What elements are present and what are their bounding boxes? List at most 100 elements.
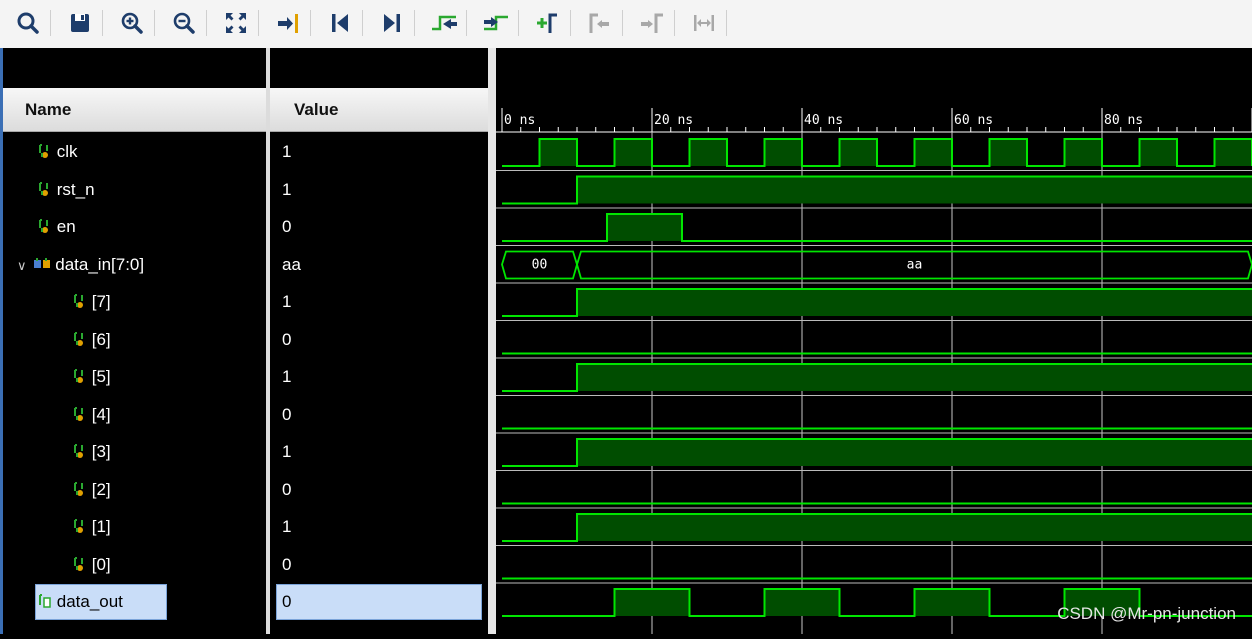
signal-icon (73, 480, 87, 499)
signal-row-5[interactable]: [5] (73, 367, 111, 387)
signal-value: 1 (282, 517, 291, 537)
previous-transition-icon[interactable] (428, 7, 460, 39)
signal-row-data-out[interactable]: data_out (38, 592, 123, 612)
signal-icon (38, 142, 52, 161)
signal-row-4[interactable]: [4] (73, 405, 111, 425)
signal-icon (33, 255, 51, 274)
zoom-out-icon[interactable] (168, 7, 200, 39)
watermark-text: CSDN @Mr-pn-junction (1057, 604, 1236, 624)
signal-row-en[interactable]: en (38, 217, 76, 237)
signal-value: 1 (282, 292, 291, 312)
save-icon[interactable] (64, 7, 96, 39)
expand-chevron-icon[interactable]: ∨ (17, 258, 27, 273)
go-to-cursor-icon[interactable] (272, 7, 304, 39)
signal-icon (73, 405, 87, 424)
next-marker-icon (636, 7, 668, 39)
bus-value-label: 00 (532, 258, 548, 273)
wave-high-fill (765, 139, 803, 166)
ruler-label: 40 ns (804, 113, 843, 128)
signal-name-label: data_out (57, 592, 123, 611)
waveform-canvas[interactable]: 0 ns20 ns40 ns60 ns80 ns00aa (496, 48, 1252, 634)
ruler-label: 60 ns (954, 113, 993, 128)
signal-icon (73, 517, 87, 536)
wave-high-fill (1140, 139, 1178, 166)
signal-value: 1 (282, 142, 291, 162)
signal-name-label: [2] (92, 480, 111, 499)
signal-value: 0 (282, 405, 291, 425)
wave-high-fill (615, 589, 690, 616)
signal-row-7[interactable]: [7] (73, 292, 111, 312)
wave-high-fill (840, 139, 878, 166)
wave-high-fill (577, 364, 1252, 391)
wave-high-fill (607, 214, 682, 241)
signal-row-rst-n[interactable]: rst_n (38, 180, 95, 200)
wave-high-fill (1215, 139, 1252, 166)
signal-value: 0 (282, 555, 291, 575)
wave-high-fill (690, 139, 728, 166)
zoom-in-icon[interactable] (116, 7, 148, 39)
wave-high-fill (577, 289, 1252, 316)
signal-name-label: rst_n (57, 180, 95, 199)
wave-high-fill (765, 589, 840, 616)
wave-high-fill (577, 177, 1252, 204)
signal-name-label: clk (57, 142, 78, 161)
search-icon[interactable] (12, 7, 44, 39)
signal-name-label: [1] (92, 517, 111, 536)
signal-row-0[interactable]: [0] (73, 555, 111, 575)
wave-high-fill (577, 439, 1252, 466)
signal-value: 0 (282, 592, 291, 612)
wave-high-fill (540, 139, 578, 166)
signal-row-clk[interactable]: clk (38, 142, 78, 162)
signal-name-label: en (57, 217, 76, 236)
signal-icon (73, 442, 87, 461)
signal-value: 1 (282, 180, 291, 200)
wave-high-fill (915, 589, 990, 616)
signal-icon (38, 217, 52, 236)
signal-value: 0 (282, 217, 291, 237)
swap-cursors-icon (688, 7, 720, 39)
signal-value: 1 (282, 367, 291, 387)
signal-icon (73, 292, 87, 311)
signal-row-3[interactable]: [3] (73, 442, 111, 462)
selected-value-highlight (276, 584, 482, 620)
ruler-label: 80 ns (1104, 113, 1143, 128)
signal-name-label: data_in[7:0] (55, 255, 144, 274)
signal-value: aa (282, 255, 301, 275)
waveform-toolbar (0, 0, 1252, 49)
wave-high-fill (915, 139, 953, 166)
signal-values-panel: Value 110aa101010100 (270, 48, 488, 634)
signal-value: 0 (282, 480, 291, 500)
signal-row-1[interactable]: [1] (73, 517, 111, 537)
signal-name-label: [7] (92, 292, 111, 311)
go-to-last-time-icon[interactable] (376, 7, 408, 39)
signal-names-panel: Name clk rst_n en∨ data_in[7:0] [7] [6] … (3, 48, 266, 634)
signal-icon (73, 555, 87, 574)
signal-name-label: [4] (92, 405, 111, 424)
name-column-header[interactable]: Name (3, 88, 266, 132)
bus-value-label: aa (907, 258, 923, 273)
value-column-header[interactable]: Value (270, 88, 488, 132)
zoom-fit-icon[interactable] (220, 7, 252, 39)
go-to-time-zero-icon[interactable] (324, 7, 356, 39)
wave-high-fill (615, 139, 653, 166)
signal-value: 1 (282, 442, 291, 462)
add-marker-icon[interactable] (532, 7, 564, 39)
signal-icon (73, 367, 87, 386)
panel-splitter[interactable] (488, 48, 496, 634)
ruler-label: 20 ns (654, 113, 693, 128)
signal-row-data-in-7-0[interactable]: ∨ data_in[7:0] (17, 255, 144, 275)
signal-name-label: [0] (92, 555, 111, 574)
previous-marker-icon (584, 7, 616, 39)
signal-name-label: [5] (92, 367, 111, 386)
signal-row-6[interactable]: [6] (73, 330, 111, 350)
signal-icon (38, 180, 52, 199)
signal-icon (73, 330, 87, 349)
wave-high-fill (1065, 139, 1103, 166)
wave-high-fill (577, 514, 1252, 541)
signal-row-2[interactable]: [2] (73, 480, 111, 500)
next-transition-icon[interactable] (480, 7, 512, 39)
waveform-clk[interactable] (502, 139, 1252, 166)
signal-name-label: [6] (92, 330, 111, 349)
waveform-panel[interactable]: 0 ns20 ns40 ns60 ns80 ns00aa CSDN @Mr-pn… (496, 48, 1252, 634)
signal-icon (38, 592, 52, 611)
